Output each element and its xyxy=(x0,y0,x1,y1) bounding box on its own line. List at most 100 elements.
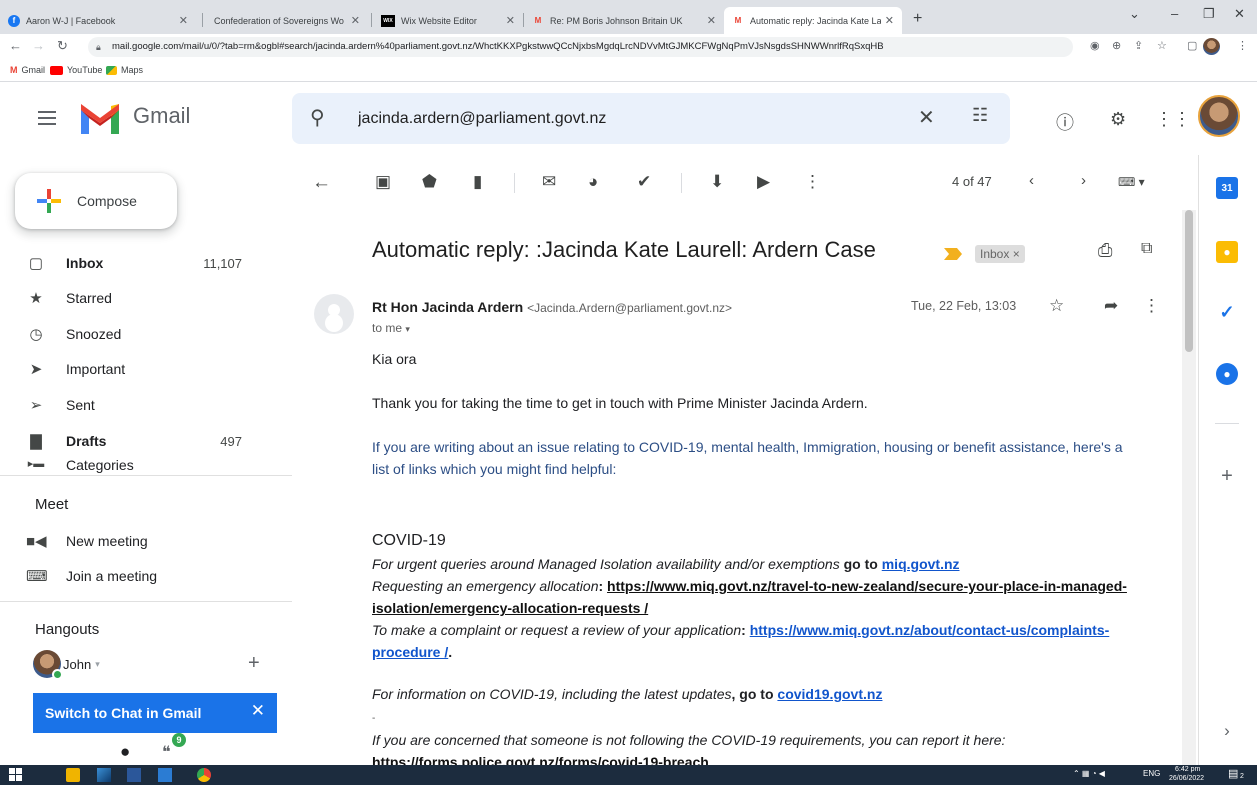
eye-icon[interactable]: ◉ xyxy=(1090,39,1100,52)
sender-name[interactable]: Rt Hon Jacinda Ardern xyxy=(372,299,523,315)
help-icon[interactable]: ⓘ xyxy=(1056,109,1074,135)
bookmark-maps[interactable]: Maps xyxy=(106,65,143,75)
scrollbar-thumb[interactable] xyxy=(1185,210,1193,352)
reload-icon[interactable]: ↻ xyxy=(57,38,68,54)
star-icon[interactable]: ☆ xyxy=(1157,39,1167,52)
zoom-icon[interactable]: ⊕ xyxy=(1112,39,1121,52)
add-hangout-icon[interactable]: + xyxy=(248,652,260,675)
chrome-icon[interactable] xyxy=(197,768,211,782)
close-icon[interactable]: ✕ xyxy=(251,701,265,721)
covid-link[interactable]: covid19.govt.nz xyxy=(777,686,882,702)
address-bar[interactable]: 🔒︎ mail.google.com/mail/u/0/?tab=rm&ogbl… xyxy=(88,37,1073,57)
person-icon[interactable]: ● xyxy=(120,742,130,762)
minimize-icon[interactable]: – xyxy=(1171,6,1178,21)
more-icon[interactable]: ⋮ xyxy=(804,172,821,192)
search-input[interactable] xyxy=(358,106,898,132)
chat-bubble-icon[interactable]: ❝ xyxy=(162,742,171,762)
sidebar-item-important[interactable]: ➤ Important xyxy=(0,353,272,385)
window-close-icon[interactable]: ✕ xyxy=(1234,6,1245,22)
compose-button[interactable]: Compose xyxy=(15,173,177,229)
tab-confederation[interactable]: Confederation of Sovereigns Wo ✕ xyxy=(206,7,368,34)
clock-date[interactable]: 26/06/2022 xyxy=(1169,775,1204,782)
move-to-icon[interactable]: ⬇ xyxy=(710,172,724,192)
miq-link[interactable]: miq.govt.nz xyxy=(882,556,960,572)
keyboard-icon[interactable]: ⌨ ▾ xyxy=(1118,175,1145,189)
search-options-icon[interactable]: ☷ xyxy=(972,105,988,126)
delete-icon[interactable]: ▮ xyxy=(473,172,482,192)
tab-facebook[interactable]: f Aaron W-J | Facebook ✕ xyxy=(0,7,196,34)
gear-icon[interactable]: ⚙ xyxy=(1110,109,1126,130)
document-icon[interactable] xyxy=(158,768,172,782)
sidebar-item-sent[interactable]: ➢ Sent xyxy=(0,389,272,421)
emergency-link[interactable]: https://www.miq.govt.nz/travel-to-new-ze… xyxy=(607,578,1127,594)
chevron-right-icon[interactable]: › xyxy=(1216,720,1238,742)
newer-icon[interactable]: ‹ xyxy=(1029,172,1034,189)
sidebar-item-inbox[interactable]: ▢ Inbox 11,107 xyxy=(0,247,272,279)
gmail-logo[interactable] xyxy=(78,102,122,134)
menu-icon[interactable]: ⋮ xyxy=(1237,39,1248,52)
hangouts-user[interactable]: John ▾ xyxy=(33,650,100,680)
profile-avatar[interactable] xyxy=(1203,38,1220,55)
reply-icon[interactable]: ➦ xyxy=(1104,296,1118,316)
tab-wix[interactable]: WIX Wix Website Editor ✕ xyxy=(373,7,523,34)
close-tab-icon[interactable]: ✕ xyxy=(506,14,515,27)
switch-to-chat-button[interactable]: Switch to Chat in Gmail ✕ xyxy=(33,693,277,733)
side-panel-icon[interactable]: ▢ xyxy=(1187,39,1197,52)
close-tab-icon[interactable]: ✕ xyxy=(351,14,360,27)
add-addon-icon[interactable]: + xyxy=(1216,465,1238,487)
apps-icon[interactable]: ⋮⋮ xyxy=(1155,109,1191,130)
back-to-list-icon[interactable]: ← xyxy=(312,172,331,194)
tab-automatic-reply[interactable]: M Automatic reply: Jacinda Kate La ✕ xyxy=(724,7,902,34)
notifications-icon[interactable]: ▤ xyxy=(1228,767,1238,780)
calendar-icon[interactable]: 31 xyxy=(1216,177,1238,199)
sidebar-item-starred[interactable]: ★ Starred xyxy=(0,282,272,314)
tray-icons[interactable]: ⌃ ▦ ◔ ◀ xyxy=(1073,769,1105,778)
message-scrollbar[interactable] xyxy=(1182,210,1196,765)
remove-label-icon[interactable]: × xyxy=(1013,247,1020,261)
restore-icon[interactable]: ❐ xyxy=(1203,6,1215,22)
archive-icon[interactable]: ▣ xyxy=(375,172,391,192)
keep-icon[interactable]: ● xyxy=(1216,241,1238,263)
close-tab-icon[interactable]: ✕ xyxy=(885,14,894,27)
sidebar-item-drafts[interactable]: ▇ Drafts 497 xyxy=(0,425,272,457)
mark-unread-icon[interactable]: ✉ xyxy=(542,172,556,192)
complaint-link-continued[interactable]: procedure / xyxy=(372,644,448,660)
bookmark-youtube[interactable]: YouTube xyxy=(50,65,102,75)
new-meeting-item[interactable]: ■◀ New meeting xyxy=(0,525,272,557)
open-in-new-window-icon[interactable]: ⧉ xyxy=(1141,240,1152,258)
back-icon[interactable]: ← xyxy=(9,38,22,53)
clear-search-icon[interactable]: ✕ xyxy=(918,105,935,130)
snooze-icon[interactable]: ◕ xyxy=(588,172,598,192)
join-meeting-item[interactable]: ⌨ Join a meeting xyxy=(0,560,272,592)
important-marker-icon[interactable] xyxy=(944,248,962,260)
report-spam-icon[interactable]: ⬟ xyxy=(422,172,437,192)
sidebar-item-snoozed[interactable]: ◷ Snoozed xyxy=(0,318,272,350)
label-icon[interactable]: ▶ xyxy=(757,172,770,192)
complaint-link[interactable]: https://www.miq.govt.nz/about/contact-us… xyxy=(750,622,1110,638)
police-breach-link[interactable]: https://forms.police.govt.nz/forms/covid… xyxy=(372,754,709,765)
forward-icon[interactable]: → xyxy=(32,38,45,53)
file-explorer-icon[interactable] xyxy=(66,768,80,782)
close-tab-icon[interactable]: ✕ xyxy=(179,14,188,27)
main-menu-icon[interactable] xyxy=(38,111,56,129)
share-icon[interactable]: ⇪ xyxy=(1134,39,1143,52)
emergency-link-continued[interactable]: isolation/emergency-allocation-requests … xyxy=(372,600,648,616)
windows-start-icon[interactable] xyxy=(9,768,23,782)
add-task-icon[interactable]: ✔ xyxy=(637,172,651,192)
account-avatar[interactable] xyxy=(1198,95,1240,137)
more-icon[interactable]: ⋮ xyxy=(1143,296,1160,316)
new-tab-icon[interactable]: + xyxy=(913,10,922,28)
sidebar-item-categories[interactable]: ▸▬ Categories xyxy=(0,457,272,475)
tasks-icon[interactable]: ✓ xyxy=(1216,301,1238,323)
search-icon[interactable]: ⚲ xyxy=(310,105,325,130)
language-indicator[interactable]: ENG xyxy=(1143,769,1160,778)
star-icon[interactable]: ☆ xyxy=(1049,296,1064,316)
print-icon[interactable]: ⎙ xyxy=(1098,240,1112,261)
recipient-line[interactable]: to me ▾ xyxy=(372,321,410,335)
older-icon[interactable]: › xyxy=(1081,172,1086,189)
contacts-icon[interactable]: ● xyxy=(1216,363,1238,385)
bookmark-gmail[interactable]: M Gmail xyxy=(10,65,45,75)
chevron-down-icon[interactable]: ⌄ xyxy=(1129,6,1140,22)
photos-icon[interactable] xyxy=(97,768,111,782)
clock-time[interactable]: 6:42 pm xyxy=(1175,766,1200,773)
